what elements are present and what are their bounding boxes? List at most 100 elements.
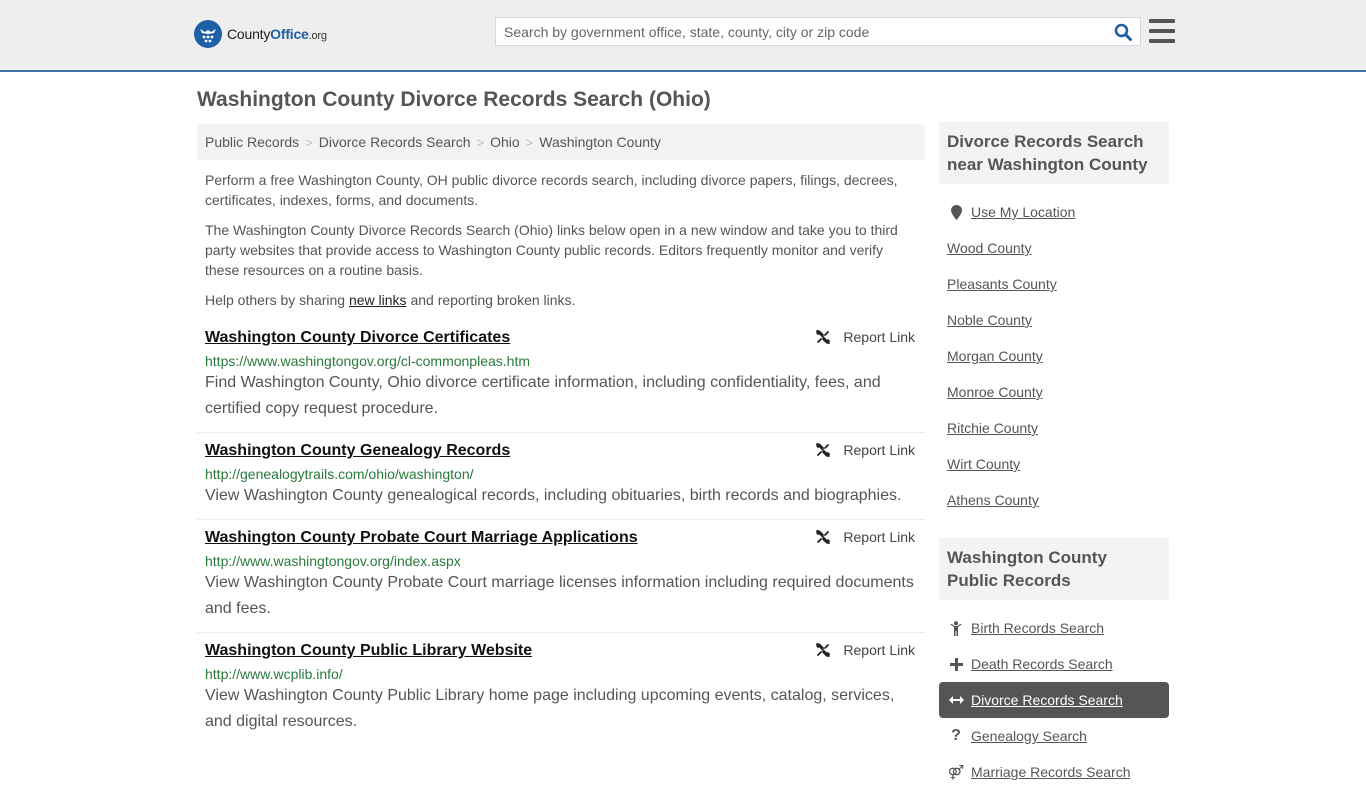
nearby-heading: Divorce Records Search near Washington C… [939, 122, 1169, 184]
new-links-link[interactable]: new links [349, 292, 407, 308]
report-link-button[interactable]: Report Link [815, 529, 915, 545]
result-title-link[interactable]: Washington County Genealogy Records [205, 441, 510, 461]
logo-text-office: Office [270, 26, 309, 42]
logo-text-county: County [227, 26, 271, 42]
sidebar-item-divorce-records[interactable]: Divorce Records Search [939, 682, 1169, 718]
sidebar-item-birth-records[interactable]: Birth Records Search [939, 610, 1169, 646]
nearby-county-item: Ritchie County [939, 410, 1169, 446]
nearby-county-item: Noble County [939, 302, 1169, 338]
birth-records-link[interactable]: Birth Records Search [971, 620, 1104, 636]
result-url: http://www.wcplib.info/ [205, 666, 343, 682]
site-logo[interactable]: CountyOffice.org [194, 20, 327, 48]
report-link-label: Report Link [843, 529, 915, 545]
nearby-county-link[interactable]: Pleasants County [947, 276, 1057, 292]
nearby-section: Divorce Records Search near Washington C… [939, 122, 1169, 518]
result-item: Washington County Genealogy Records Repo… [197, 433, 925, 520]
nearby-list: Use My Location Wood County Pleasants Co… [939, 184, 1169, 518]
nearby-county-link[interactable]: Athens County [947, 492, 1039, 508]
report-link-button[interactable]: Report Link [815, 642, 915, 658]
site-header: CountyOffice.org [0, 0, 1366, 72]
breadcrumb-public-records[interactable]: Public Records [205, 134, 299, 150]
result-title-link[interactable]: Washington County Probate Court Marriage… [205, 528, 638, 548]
search-input[interactable] [496, 18, 1106, 45]
result-description: View Washington County Public Library ho… [205, 687, 895, 730]
intro-text: Perform a free Washington County, OH pub… [197, 170, 925, 310]
broken-link-icon [816, 330, 831, 344]
menu-bar [1149, 39, 1175, 43]
report-link-button[interactable]: Report Link [815, 329, 915, 345]
sidebar-item-genealogy[interactable]: ? Genealogy Search [939, 718, 1169, 754]
public-records-heading: Washington County Public Records [939, 538, 1169, 600]
use-my-location-link[interactable]: Use My Location [971, 204, 1075, 220]
nearby-county-item: Monroe County [939, 374, 1169, 410]
child-icon [947, 620, 965, 636]
result-description: Find Washington County, Ohio divorce cer… [205, 374, 881, 417]
breadcrumb-ohio[interactable]: Ohio [490, 134, 520, 150]
results-list: Washington County Divorce Certificates R… [197, 320, 925, 745]
broken-link-icon [816, 643, 831, 657]
search-bar [495, 17, 1141, 46]
breadcrumb-washington-county[interactable]: Washington County [539, 134, 661, 150]
nearby-county-link[interactable]: Wirt County [947, 456, 1020, 472]
menu-bar [1149, 19, 1175, 23]
death-records-link[interactable]: Death Records Search [971, 656, 1113, 672]
map-marker-icon [947, 204, 965, 220]
nearby-county-link[interactable]: Wood County [947, 240, 1032, 256]
logo-text-org: .org [308, 30, 327, 42]
use-my-location-item: Use My Location [939, 194, 1169, 230]
breadcrumb-separator: > [525, 134, 534, 150]
search-icon [1114, 23, 1132, 41]
nearby-county-link[interactable]: Morgan County [947, 348, 1043, 364]
question-icon: ? [951, 727, 961, 744]
nearby-county-item: Athens County [939, 482, 1169, 518]
plus-icon [947, 657, 965, 671]
report-link-label: Report Link [843, 329, 915, 345]
sidebar: Divorce Records Search near Washington C… [939, 122, 1169, 790]
result-description: View Washington County Probate Court mar… [205, 574, 914, 617]
arrows-horizontal-icon [947, 695, 965, 705]
intro-paragraph-1: Perform a free Washington County, OH pub… [205, 172, 898, 208]
result-url: http://genealogytrails.com/ohio/washingt… [205, 466, 474, 482]
page-title: Washington County Divorce Records Search… [197, 88, 711, 111]
breadcrumb-divorce-records-search[interactable]: Divorce Records Search [319, 134, 471, 150]
result-item: Washington County Divorce Certificates R… [197, 320, 925, 433]
sidebar-item-death-records[interactable]: Death Records Search [939, 646, 1169, 682]
report-link-label: Report Link [843, 642, 915, 658]
result-item: Washington County Probate Court Marriage… [197, 520, 925, 633]
intro-text-segment: Help others by sharing [205, 292, 349, 308]
nearby-county-item: Wood County [939, 230, 1169, 266]
report-link-button[interactable]: Report Link [815, 442, 915, 458]
result-title-link[interactable]: Washington County Public Library Website [205, 641, 532, 661]
intro-text-segment: and reporting broken links. [406, 292, 576, 308]
breadcrumb-separator: > [305, 134, 313, 150]
nearby-county-item: Wirt County [939, 446, 1169, 482]
public-records-list: Birth Records Search Death Records Searc… [939, 600, 1169, 790]
broken-link-icon [816, 530, 831, 544]
result-description: View Washington County genealogical reco… [205, 487, 902, 504]
nearby-county-link[interactable]: Ritchie County [947, 420, 1038, 436]
genealogy-link[interactable]: Genealogy Search [971, 728, 1087, 744]
result-url: https://www.washingtongov.org/cl-commonp… [205, 353, 530, 369]
public-records-section: Washington County Public Records Birth R… [939, 538, 1169, 790]
hamburger-menu-icon[interactable] [1149, 19, 1175, 43]
intro-paragraph-3: Help others by sharing new links and rep… [205, 290, 917, 310]
nearby-county-link[interactable]: Monroe County [947, 384, 1043, 400]
result-url: http://www.washingtongov.org/index.aspx [205, 553, 461, 569]
divorce-records-link[interactable]: Divorce Records Search [971, 692, 1123, 708]
breadcrumb-separator: > [476, 134, 485, 150]
nearby-county-link[interactable]: Noble County [947, 312, 1032, 328]
marriage-records-link[interactable]: Marriage Records Search [971, 764, 1131, 780]
search-button[interactable] [1106, 18, 1140, 45]
result-title-link[interactable]: Washington County Divorce Certificates [205, 328, 510, 348]
intro-paragraph-2: The Washington County Divorce Records Se… [205, 222, 898, 278]
breadcrumb: Public Records > Divorce Records Search … [197, 124, 925, 160]
logo-wordmark: CountyOffice.org [227, 26, 327, 42]
eagle-stars-logo-icon [194, 20, 222, 48]
main-content: Public Records > Divorce Records Search … [197, 124, 925, 745]
nearby-county-item: Morgan County [939, 338, 1169, 374]
report-link-label: Report Link [843, 442, 915, 458]
menu-bar [1149, 29, 1175, 33]
nearby-county-item: Pleasants County [939, 266, 1169, 302]
result-item: Washington County Public Library Website… [197, 633, 925, 745]
sidebar-item-marriage-records[interactable]: ⚤ Marriage Records Search [939, 754, 1169, 790]
